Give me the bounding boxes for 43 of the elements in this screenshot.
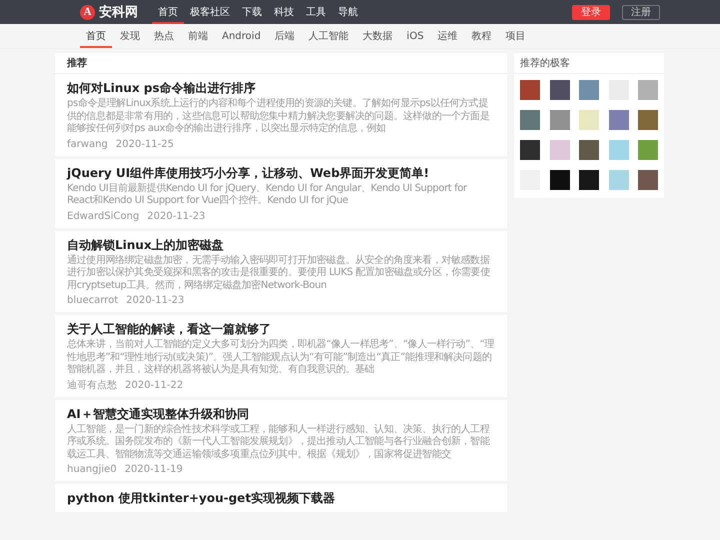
register-button[interactable]: 注册 xyxy=(622,4,660,20)
category-tab[interactable]: 大数据 xyxy=(356,24,399,48)
logo-mark[interactable]: A xyxy=(80,4,95,20)
category-tab[interactable]: 后端 xyxy=(268,24,301,48)
post-date: 2020-11-19 xyxy=(124,464,183,475)
post-date: 2020-11-23 xyxy=(147,210,206,222)
site-name[interactable]: 安科网 xyxy=(99,3,138,21)
article-title[interactable]: 自动解锁Linux上的加密磁盘 xyxy=(67,238,495,252)
post-date: 2020-11-23 xyxy=(126,295,184,306)
category-tab[interactable]: iOS xyxy=(400,24,430,48)
author-name: bluecarrot xyxy=(67,295,118,306)
nav-link[interactable]: 下载 xyxy=(236,0,268,24)
avatar-placeholder[interactable] xyxy=(550,170,570,190)
article-title[interactable]: AI＋智慧交通实现整体升级和协同 xyxy=(67,406,495,422)
feed-title: 推荐 xyxy=(55,53,507,74)
article-title[interactable]: 如何对Linux ps命令输出进行排序 xyxy=(67,81,495,96)
post-date: 2020-11-22 xyxy=(125,380,184,390)
article-title[interactable]: jQuery UI组件库使用技巧小分享，让移动、Web界面开发更简单! xyxy=(67,166,495,180)
nav-link[interactable]: 工具 xyxy=(300,0,332,24)
category-tab[interactable]: 运维 xyxy=(432,24,464,48)
author-name: EdwardSiCong xyxy=(67,210,140,222)
avatar-placeholder[interactable] xyxy=(550,80,570,100)
category-tab[interactable]: 发现 xyxy=(114,24,146,48)
category-tab[interactable]: 首页 xyxy=(80,24,112,48)
category-tab[interactable]: 热点 xyxy=(148,24,180,48)
category-tab[interactable]: 人工智能 xyxy=(302,24,355,48)
category-tab[interactable]: 项目 xyxy=(500,24,532,48)
article-excerpt: Kendo UI目前最新提供Kendo UI for jQuery、Kendo UI for Angular、Kendo UI Support for React和Kendo UI Support for Vue四个控件。Kendo UI for jQue xyxy=(67,182,468,208)
article-title[interactable]: 关于人工智能的解读，看这一篇就够了 xyxy=(67,322,495,337)
nav-link[interactable]: 导航 xyxy=(332,0,364,24)
login-button[interactable]: 登录 xyxy=(572,4,610,20)
article-title[interactable]: python 使用tkinter+you-get实现视频下载器 xyxy=(67,491,495,506)
category-tab[interactable]: 前端 xyxy=(182,24,214,48)
author-name: farwang xyxy=(67,138,108,150)
category-tab[interactable]: Android xyxy=(216,24,267,48)
author-name: 迪哥有点愁 xyxy=(67,380,117,390)
nav-link[interactable]: 科技 xyxy=(268,0,300,24)
nav-link[interactable]: 极客社区 xyxy=(184,0,236,24)
article-excerpt: 总体来讲，当前对人工智能的定义大多可划分为四类，即机器“像人一样思考”、“像人一样行动”、“理性地思考”和“理性地行动(或决策)”。强人工智能观点认为“有可能”制造出“真正”能推理和解决问题的智能机器，并且，这样的机器将被认为是具有知觉、有自我意识的。基础 xyxy=(67,339,495,376)
post-date: 2020-11-25 xyxy=(116,138,174,150)
author-name: huangjie0 xyxy=(67,464,117,475)
sidebar-title: 推荐的极客 xyxy=(514,53,664,74)
category-tab[interactable]: 教程 xyxy=(466,24,498,48)
